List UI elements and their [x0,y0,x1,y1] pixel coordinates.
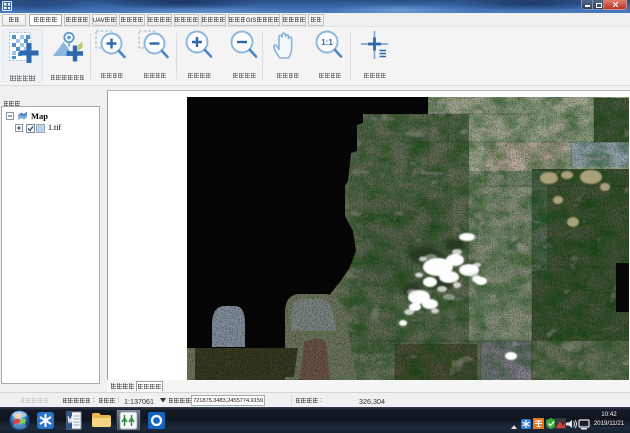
svg-text:1:1: 1:1 [321,38,333,47]
